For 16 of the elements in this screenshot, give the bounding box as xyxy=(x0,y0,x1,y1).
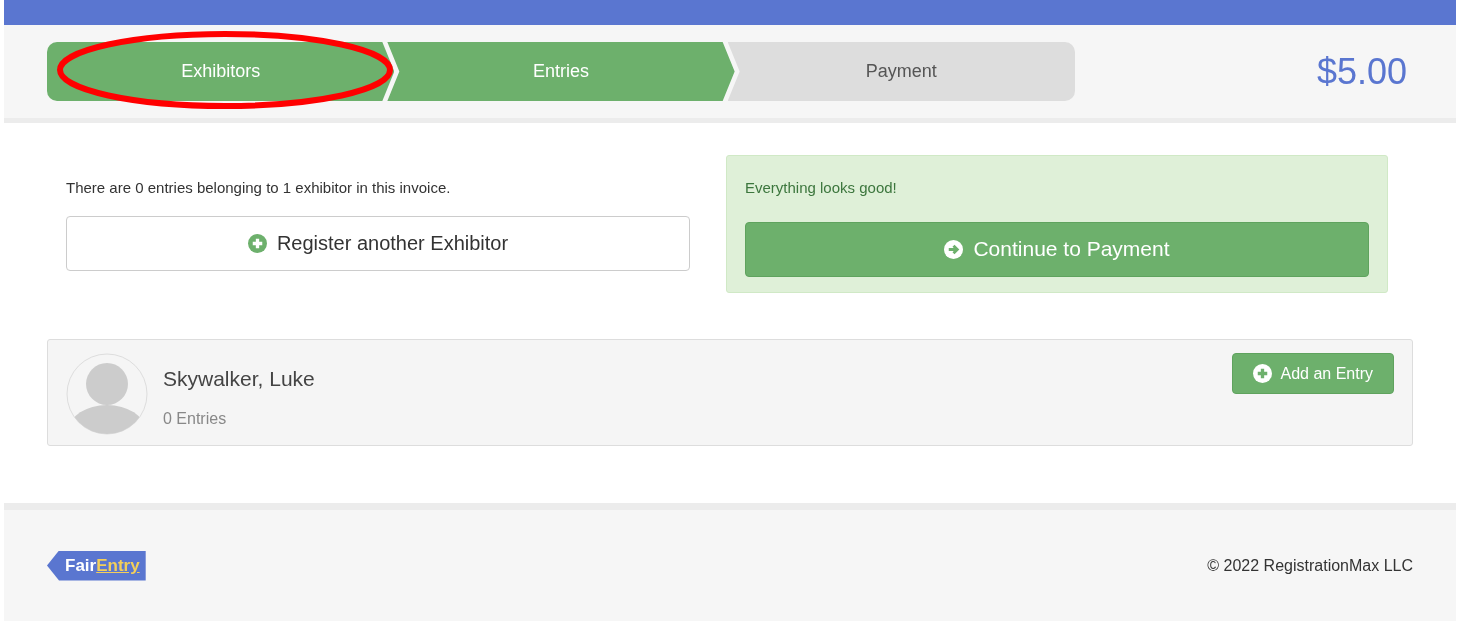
entry-count: 0 Entries xyxy=(163,408,228,429)
copyright: © 2022 RegistrationMax LLC xyxy=(1207,555,1413,576)
fairentry-logo: FairEntry xyxy=(47,550,146,581)
progress-step[interactable]: Payment xyxy=(727,42,1075,101)
plus-icon xyxy=(1252,364,1272,383)
plus-icon xyxy=(247,233,267,253)
exhibitor-name: Skywalker, Luke xyxy=(163,366,315,392)
arrow-circle-icon xyxy=(944,239,964,259)
total-amount: $5.00 xyxy=(1316,49,1408,94)
avatar-icon xyxy=(66,353,148,435)
continue-button[interactable]: Continue to Payment xyxy=(745,221,1369,277)
status-message: Everything looks good! xyxy=(745,178,898,198)
add-entry-button[interactable]: Add an Entry xyxy=(1231,353,1394,394)
invoice-summary: There are 0 entries belonging to 1 exhibitor in this invoice. xyxy=(66,178,452,198)
progress-step[interactable]: Entries xyxy=(387,42,735,101)
register-exhibitor-button[interactable]: Register another Exhibitor xyxy=(66,215,690,271)
